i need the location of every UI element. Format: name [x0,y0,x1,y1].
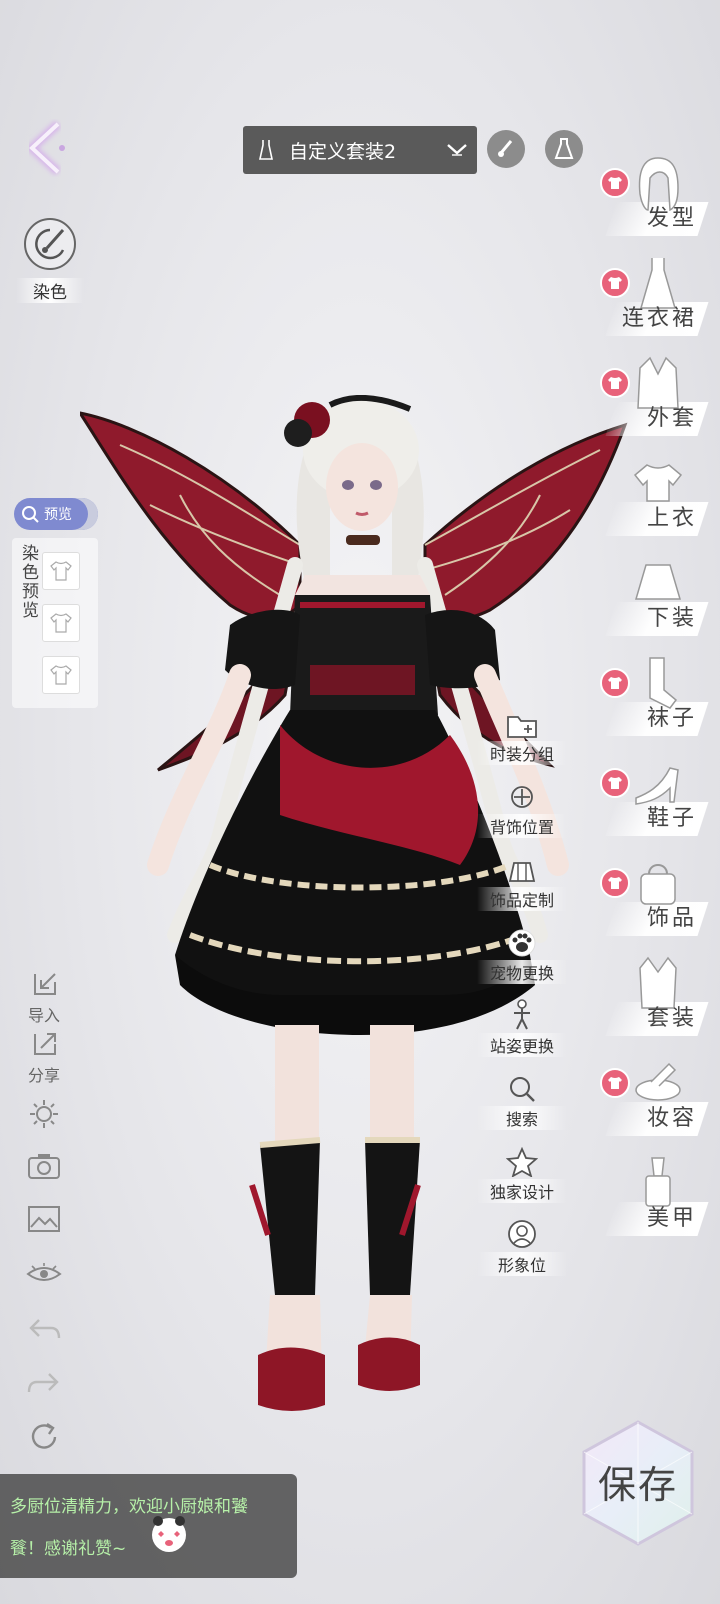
new-badge-icon [600,168,630,198]
settings-button[interactable] [22,1097,66,1135]
category-accessories[interactable]: 饰品 [588,852,709,942]
category-coat[interactable]: 外套 [588,352,709,442]
visibility-button[interactable] [22,1262,66,1290]
pose-icon [477,997,567,1031]
category-top[interactable]: 上衣 [588,452,709,542]
category-makeup[interactable]: 妆容 [588,1052,709,1142]
reset-button[interactable] [22,1420,66,1458]
dress-icon [243,139,289,161]
category-label: 妆容 [646,1106,697,1131]
search-button[interactable]: 搜索 [477,1070,567,1130]
category-label: 鞋子 [646,806,697,831]
mascot-emoji-icon [148,1512,190,1554]
category-shoes[interactable]: 鞋子 [588,752,709,842]
category-suit[interactable]: 套装 [588,952,709,1042]
new-badge-icon [600,868,630,898]
new-badge-icon [600,668,630,698]
category-label: 外套 [646,406,697,431]
exclusive-design-label: 独家设计 [477,1179,567,1203]
redo-icon [27,1373,59,1393]
new-badge-icon [600,268,630,298]
search-eye-icon [22,506,39,523]
preview-label: 预览 [44,507,72,523]
undo-button[interactable] [22,1316,66,1346]
legs [249,1025,421,1411]
new-badge-icon [600,1068,630,1098]
new-badge-icon [600,368,630,398]
undo-icon [29,1319,61,1339]
shirt-icon [50,561,72,581]
image-slot-button[interactable]: 形象位 [477,1216,567,1276]
category-label: 发型 [646,206,697,231]
category-label: 饰品 [646,906,697,931]
folder-icon [477,705,567,739]
palette-brush-icon [35,228,65,260]
save-label: 保存 [597,1463,678,1507]
fashion-group-label: 时装分组 [477,741,567,765]
camera-button[interactable] [22,1152,66,1184]
redo-button[interactable] [22,1370,66,1400]
refresh-icon [31,1423,57,1449]
dress-outline-icon [554,138,574,159]
outfit-name: 自定义套装2 [289,140,397,163]
share-icon [34,1033,56,1055]
category-dress[interactable]: 连衣裙 [588,252,709,342]
exclusive-design-button[interactable]: 独家设计 [477,1143,567,1203]
category-nails[interactable]: 美甲 [588,1152,709,1242]
dye-preview-label: 染色预览 [18,544,38,620]
category-socks[interactable]: 袜子 [588,652,709,742]
search-icon [477,1070,567,1104]
dye-preview-slot-2[interactable] [42,604,80,642]
share-label: 分享 [27,1066,60,1085]
pet-change-button[interactable]: 宠物更换 [477,924,567,984]
accessory-custom-label: 饰品定制 [477,887,567,911]
paw-icon [477,924,567,958]
portrait-icon [477,1216,567,1250]
dye-preview-slot-1[interactable] [42,552,80,590]
pose-change-label: 站姿更换 [477,1033,567,1057]
category-bottom[interactable]: 下装 [588,552,709,642]
pet-change-label: 宠物更换 [477,960,567,984]
category-hair[interactable]: 发型 [588,152,709,242]
accessory-custom-button[interactable]: 饰品定制 [477,851,567,911]
outfit-selector[interactable]: 自定义套装2 [243,126,477,174]
gear-icon [30,1100,58,1128]
image-slot-label: 形象位 [477,1252,567,1276]
image-icon [28,1206,60,1232]
back-arrow-icon [25,120,65,176]
shirt-icon [50,613,72,633]
save-button[interactable]: 保存 [578,1418,698,1548]
brush-button[interactable] [487,130,525,168]
brush-icon [498,140,513,157]
move-icon [477,778,567,812]
new-badge-icon [600,768,630,798]
star-icon [477,1143,567,1177]
shirt-icon [50,665,72,685]
category-label: 上衣 [646,506,697,531]
eye-icon [26,1263,62,1281]
category-label: 下装 [646,606,697,631]
dye-button[interactable] [24,218,76,270]
back-accessory-position-button[interactable]: 背饰位置 [477,778,567,838]
dye-label: 染色 [16,278,84,303]
accessory-custom-icon [477,851,567,885]
dye-preview-slot-3[interactable] [42,656,80,694]
import-label: 导入 [27,1006,60,1025]
back-button[interactable] [22,118,74,178]
import-icon [34,973,56,995]
category-label: 套装 [646,1006,697,1031]
search-label: 搜索 [477,1106,567,1130]
share-button[interactable]: 分享 [22,1030,66,1086]
import-button[interactable]: 导入 [22,970,66,1026]
camera-icon [28,1154,60,1179]
fashion-group-button[interactable]: 时装分组 [477,705,567,765]
gallery-button[interactable] [22,1205,66,1237]
back-accessory-position-label: 背饰位置 [477,814,567,838]
category-label: 美甲 [646,1206,697,1231]
chevron-down-icon [437,142,477,158]
category-label: 连衣裙 [621,306,697,331]
pose-change-button[interactable]: 站姿更换 [477,997,567,1057]
category-label: 袜子 [646,706,697,731]
wardrobe-button[interactable] [545,130,583,168]
